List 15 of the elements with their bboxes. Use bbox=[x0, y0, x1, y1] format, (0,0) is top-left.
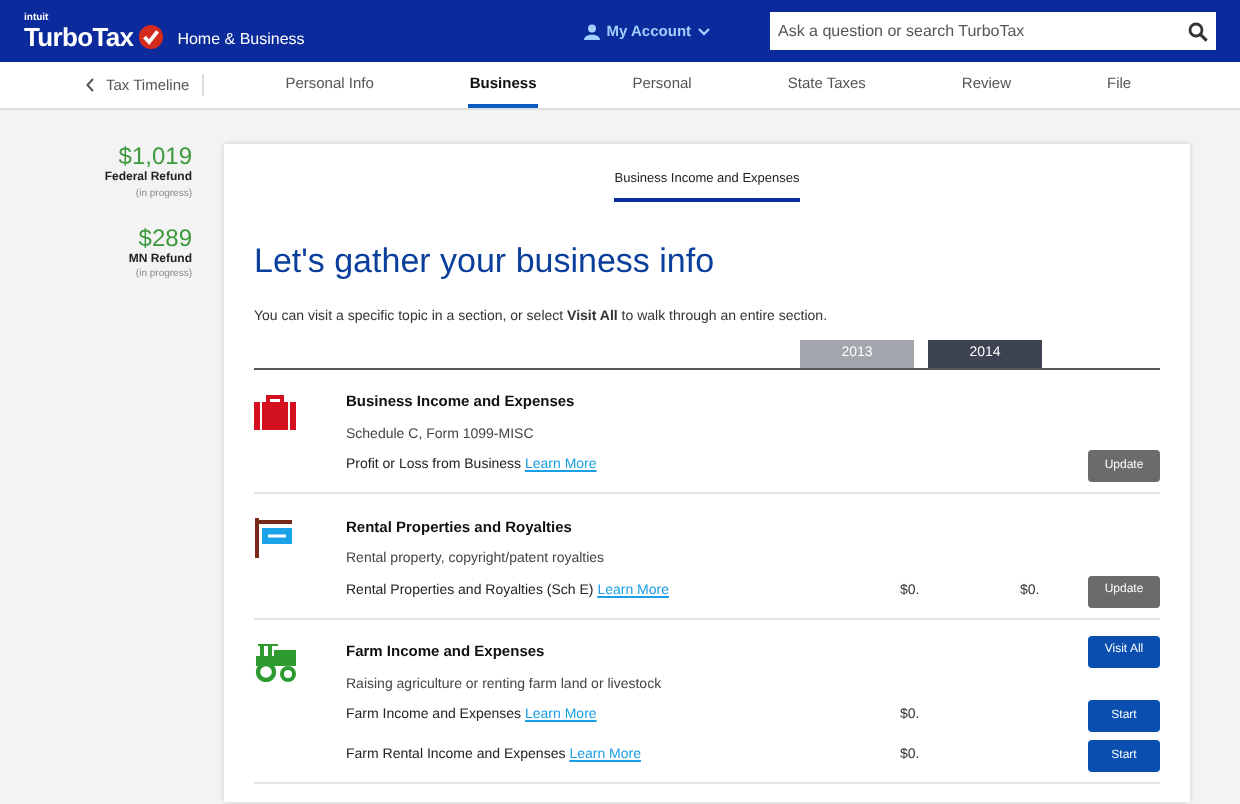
checkmark-icon bbox=[137, 23, 164, 49]
page-title: Let's gather your business info bbox=[254, 239, 717, 284]
logo-text: TurboTax bbox=[24, 23, 134, 49]
search-icon bbox=[1188, 21, 1208, 41]
refund-amount: $1,019 bbox=[118, 142, 192, 171]
person-icon bbox=[584, 23, 601, 39]
rent-sign-icon bbox=[254, 518, 294, 559]
refund-amount: $289 bbox=[138, 223, 192, 253]
search-field[interactable]: Ask a question or search TurboTax bbox=[770, 12, 1180, 50]
tractor-icon bbox=[254, 643, 298, 682]
search-button[interactable] bbox=[1180, 12, 1216, 50]
chevron-icon bbox=[697, 27, 710, 35]
edition-label: Home & Business bbox=[177, 27, 305, 51]
chevron-left-icon bbox=[86, 78, 94, 92]
briefcase-icon bbox=[254, 393, 296, 430]
